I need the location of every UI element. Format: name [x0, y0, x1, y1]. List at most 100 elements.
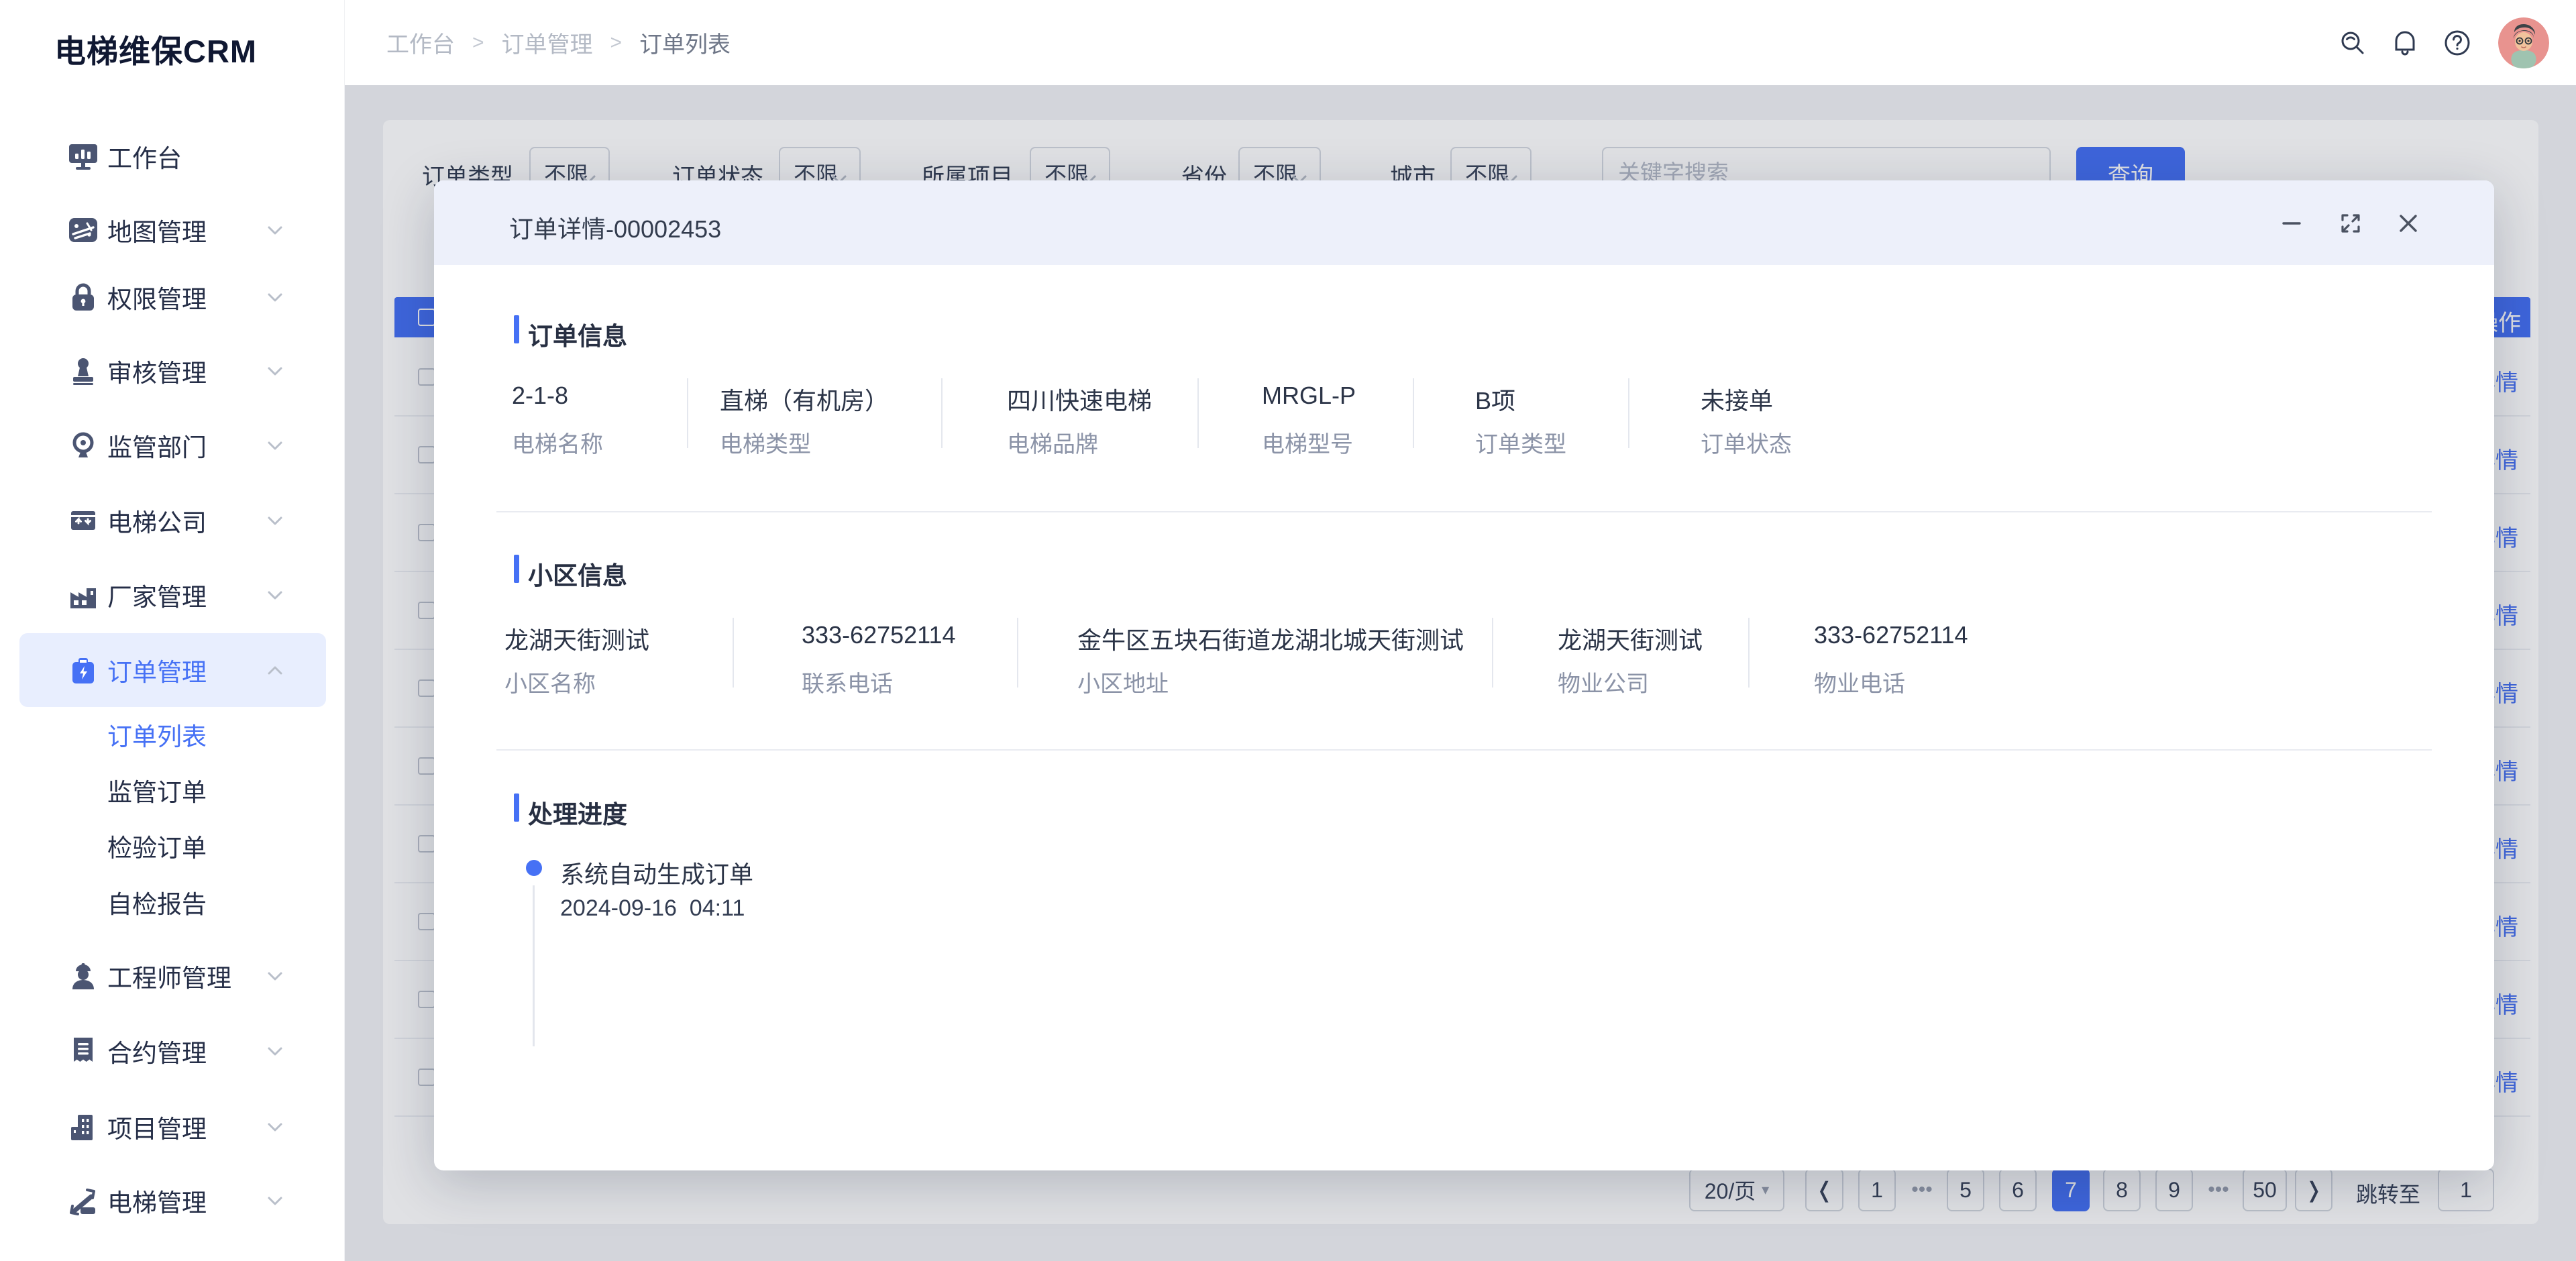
- timeline-line: [533, 885, 535, 1046]
- chevron-down-icon: [264, 362, 286, 380]
- field-label: 电梯名称: [512, 426, 603, 459]
- modal-title: 订单详情-00002453: [509, 210, 721, 245]
- field-value: 四川快速电梯: [1007, 382, 1152, 417]
- field-label: 物业电话: [1814, 665, 1905, 698]
- order-detail-modal: 订单详情-00002453 订单信息 2-1-8电梯名称直梯（有机房）电梯类型四…: [434, 180, 2494, 1170]
- modal-header: 订单详情-00002453: [434, 180, 2494, 265]
- chevron-down-icon: [264, 512, 286, 530]
- field-divider: [1492, 618, 1493, 688]
- timeline-event-time: 2024-09-16 04:11: [560, 895, 745, 922]
- sidebar-item-order[interactable]: 订单管理: [19, 633, 326, 707]
- sidebar-subitem-4[interactable]: 自检报告: [107, 875, 207, 929]
- community-section-title: 小区信息: [528, 555, 627, 592]
- breadcrumb-item-workbench[interactable]: 工作台: [386, 26, 455, 59]
- section-accent-bar: [514, 793, 519, 822]
- sidebar-item-factory[interactable]: 厂家管理: [19, 558, 326, 632]
- sidebar-item-lock[interactable]: 权限管理: [19, 260, 326, 334]
- field-value: 2-1-8: [512, 382, 568, 410]
- field-value: MRGL-P: [1262, 382, 1356, 410]
- field-value: 直梯（有机房）: [720, 382, 889, 417]
- close-icon[interactable]: [2391, 206, 2426, 241]
- timeline-event-text: 系统自动生成订单: [560, 855, 753, 890]
- field-divider: [1628, 378, 1629, 448]
- chevron-down-icon: [264, 1118, 286, 1136]
- field-divider: [687, 378, 688, 448]
- camera-icon: [67, 429, 99, 461]
- avatar[interactable]: [2498, 17, 2549, 68]
- field-label: 订单类型: [1475, 426, 1566, 459]
- field-value: B项: [1475, 382, 1515, 417]
- field-divider: [733, 618, 734, 688]
- sidebar-subitem-3[interactable]: 检验订单: [107, 819, 207, 873]
- sidebar-item-engineer[interactable]: 工程师管理: [19, 939, 326, 1013]
- map-icon: [67, 214, 99, 246]
- lock-icon: [67, 281, 99, 313]
- search-icon[interactable]: [2326, 0, 2379, 85]
- topbar: 工作台 > 订单管理 > 订单列表: [345, 0, 2576, 85]
- field-label: 物业公司: [1558, 665, 1649, 698]
- fullscreen-icon[interactable]: [2333, 206, 2368, 241]
- sidebar-subitem-2[interactable]: 监管订单: [107, 763, 207, 817]
- field-label: 电梯品牌: [1007, 426, 1098, 459]
- field-value: 龙湖天街测试: [1558, 621, 1703, 656]
- timeline-dot: [526, 860, 542, 876]
- order-icon: [67, 654, 99, 686]
- factory-icon: [67, 579, 99, 611]
- section-accent-bar: [514, 315, 519, 343]
- section-accent-bar: [514, 555, 519, 583]
- field-label: 电梯型号: [1262, 426, 1353, 459]
- topbar-actions: [2326, 0, 2576, 85]
- sidebar-subitem-1[interactable]: 订单列表: [107, 708, 207, 761]
- field-divider: [1748, 618, 1750, 688]
- breadcrumb-item-order-mgmt[interactable]: 订单管理: [502, 26, 593, 59]
- field-label: 小区地址: [1077, 665, 1169, 698]
- breadcrumb-item-order-list: 订单列表: [639, 26, 731, 59]
- sidebar-item-stamp[interactable]: 审核管理: [19, 334, 326, 408]
- field-value: 金牛区五块石街道龙湖北城天街测试: [1077, 621, 1464, 656]
- bell-icon[interactable]: [2379, 0, 2431, 85]
- chevron-down-icon: [264, 221, 286, 239]
- breadcrumb: 工作台 > 订单管理 > 订单列表: [386, 0, 731, 85]
- field-label: 联系电话: [802, 665, 893, 698]
- minimize-icon[interactable]: [2274, 206, 2309, 241]
- section-divider: [496, 749, 2432, 751]
- chevron-down-icon: [264, 437, 286, 455]
- engineer-icon: [67, 960, 99, 992]
- contract-icon: [67, 1035, 99, 1067]
- sidebar-item-project[interactable]: 项目管理: [19, 1090, 326, 1164]
- chevron-down-icon: [264, 586, 286, 604]
- stamp-icon: [67, 355, 99, 387]
- help-icon[interactable]: [2431, 0, 2483, 85]
- app-logo: 电梯维保CRM: [54, 25, 257, 72]
- sidebar-item-map[interactable]: 地图管理: [19, 193, 326, 267]
- field-value: 333-62752114: [1814, 621, 1968, 649]
- sidebar-item-camera[interactable]: 监管部门: [19, 408, 326, 482]
- chevron-down-icon: [264, 967, 286, 985]
- field-divider: [1017, 618, 1018, 688]
- field-label: 小区名称: [504, 665, 596, 698]
- field-label: 订单状态: [1701, 426, 1792, 459]
- field-divider: [1197, 378, 1199, 448]
- field-value: 333-62752114: [802, 621, 956, 649]
- order-section-title: 订单信息: [528, 316, 627, 352]
- company-icon: [67, 504, 99, 537]
- field-divider: [1413, 378, 1414, 448]
- project-icon: [67, 1111, 99, 1143]
- breadcrumb-separator: >: [610, 32, 623, 54]
- elevator-icon: [67, 1185, 99, 1217]
- field-value: 未接单: [1701, 382, 1773, 417]
- chevron-down-icon: [264, 288, 286, 307]
- sidebar-item-contract[interactable]: 合约管理: [19, 1014, 326, 1088]
- sidebar-item-company[interactable]: 电梯公司: [19, 484, 326, 557]
- sidebar: 电梯维保CRM 工作台地图管理权限管理审核管理监管部门电梯公司厂家管理订单管理工…: [0, 0, 345, 1261]
- progress-section-title: 处理进度: [528, 794, 627, 830]
- sidebar-item-dashboard[interactable]: 工作台: [19, 119, 326, 193]
- breadcrumb-separator: >: [472, 32, 484, 54]
- chevron-down-icon: [264, 1042, 286, 1060]
- chevron-up-icon: [264, 661, 286, 679]
- dashboard-icon: [67, 140, 99, 172]
- field-divider: [941, 378, 943, 448]
- section-divider: [496, 511, 2432, 512]
- sidebar-item-elevator[interactable]: 电梯管理: [19, 1164, 326, 1238]
- app-root: 电梯维保CRM 工作台地图管理权限管理审核管理监管部门电梯公司厂家管理订单管理工…: [0, 0, 2576, 1261]
